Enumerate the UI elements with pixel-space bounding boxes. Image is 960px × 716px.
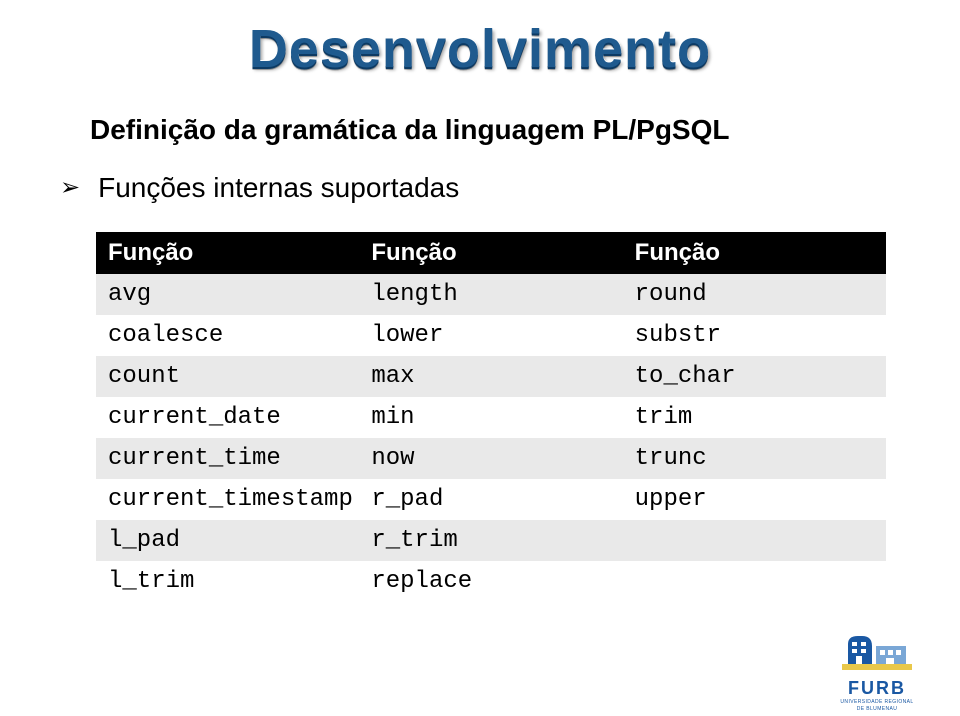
table-cell: r_trim — [359, 520, 622, 561]
logo-text: FURB — [848, 678, 906, 699]
table-cell — [623, 561, 886, 602]
table-header: Função — [96, 232, 359, 274]
table-cell: trim — [623, 397, 886, 438]
table-row: count max to_char — [96, 356, 886, 397]
table-cell: upper — [623, 479, 886, 520]
table-cell: count — [96, 356, 359, 397]
table-row: current_time now trunc — [96, 438, 886, 479]
table-cell: l_trim — [96, 561, 359, 602]
bullet-text: Funções internas suportadas — [98, 172, 459, 204]
table-cell: lower — [359, 315, 622, 356]
bullet-item: ➢ Funções internas suportadas — [60, 172, 910, 204]
functions-table-container: Função Função Função avg length round co… — [96, 232, 886, 602]
table-cell: round — [623, 274, 886, 315]
table-cell: substr — [623, 315, 886, 356]
slide-subtitle: Definição da gramática da linguagem PL/P… — [90, 114, 910, 146]
table-cell: max — [359, 356, 622, 397]
logo-subline: DE BLUMENAU — [857, 707, 898, 713]
table-header: Função — [359, 232, 622, 274]
table-row: current_timestamp r_pad upper — [96, 479, 886, 520]
logo-subline: UNIVERSIDADE REGIONAL — [840, 700, 913, 706]
table-cell: length — [359, 274, 622, 315]
table-cell: l_pad — [96, 520, 359, 561]
table-cell: current_date — [96, 397, 359, 438]
arrow-right-icon: ➢ — [60, 176, 80, 200]
table-row: avg length round — [96, 274, 886, 315]
table-cell: current_timestamp — [96, 479, 359, 520]
table-row: coalesce lower substr — [96, 315, 886, 356]
table-row: current_date min trim — [96, 397, 886, 438]
table-cell — [623, 520, 886, 561]
table-cell: to_char — [623, 356, 886, 397]
table-cell: r_pad — [359, 479, 622, 520]
furb-logo: FURB UNIVERSIDADE REGIONAL DE BLUMENAU — [822, 632, 932, 712]
table-header-row: Função Função Função — [96, 232, 886, 274]
table-cell: replace — [359, 561, 622, 602]
table-cell: trunc — [623, 438, 886, 479]
page-title: Desenvolvimento — [50, 18, 910, 80]
table-cell: avg — [96, 274, 359, 315]
table-row: l_trim replace — [96, 561, 886, 602]
table-row: l_pad r_trim — [96, 520, 886, 561]
table-header: Função — [623, 232, 886, 274]
table-cell: coalesce — [96, 315, 359, 356]
logo-icon — [842, 632, 912, 676]
functions-table: Função Função Função avg length round co… — [96, 232, 886, 602]
table-cell: now — [359, 438, 622, 479]
table-cell: current_time — [96, 438, 359, 479]
table-cell: min — [359, 397, 622, 438]
